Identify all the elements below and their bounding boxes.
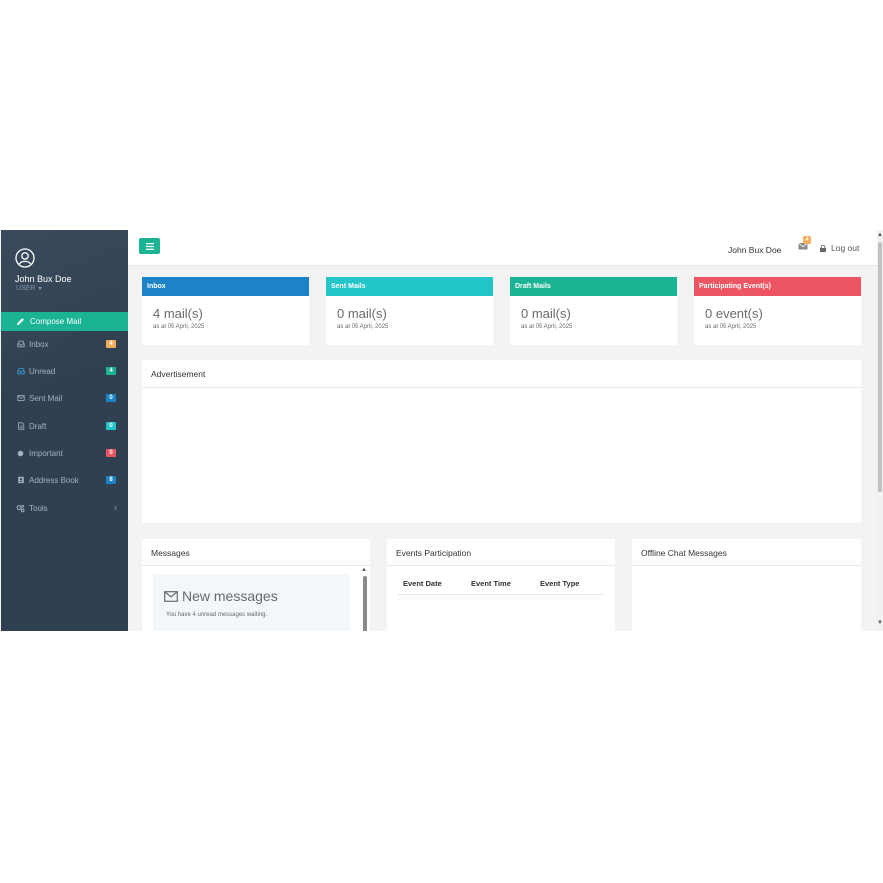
logout-label: Log out xyxy=(831,243,860,253)
sidebar-item-label: Draft xyxy=(29,421,47,431)
sidebar-item-tools[interactable]: Tools ‹ xyxy=(1,498,128,518)
sidebar: John Bux Doe USER Compose Mail Inbox 4 U… xyxy=(1,230,128,631)
stat-card-value: 0 mail(s) xyxy=(521,306,571,321)
sidebar-user-role[interactable]: USER xyxy=(16,285,43,292)
sidebar-item-sent-mail[interactable]: Sent Mail 0 xyxy=(1,388,128,408)
scroll-down-arrow-icon[interactable]: ▼ xyxy=(877,620,883,626)
new-messages-heading: New messages xyxy=(164,588,278,604)
stat-card-sent-mails: Sent Mails 0 mail(s) as at 05 April, 202… xyxy=(326,277,493,345)
sidebar-item-label: Inbox xyxy=(29,339,49,349)
sidebar-item-label: Sent Mail xyxy=(29,393,63,403)
sidebar-item-inbox[interactable]: Inbox 4 xyxy=(1,334,128,354)
important-count-badge: 0 xyxy=(106,449,116,457)
sidebar-item-label: Tools xyxy=(29,503,48,513)
inbox-count-badge: 4 xyxy=(106,340,116,348)
stat-card-inbox: Inbox 4 mail(s) as at 05 April, 2025 xyxy=(142,277,309,345)
stat-card-date: as at 05 April, 2025 xyxy=(521,324,573,330)
unread-messages-text: You have 4 unread messages waiting. xyxy=(166,612,268,618)
new-messages-label: New messages xyxy=(182,588,278,604)
divider xyxy=(632,565,861,566)
stat-card-title: Inbox xyxy=(142,277,309,296)
inbox-open-icon xyxy=(16,367,25,376)
stat-card-title: Sent Mails xyxy=(326,277,493,296)
stat-card-date: as at 05 April, 2025 xyxy=(705,324,757,330)
stat-card-value: 0 mail(s) xyxy=(337,306,387,321)
sidebar-item-unread[interactable]: Unread 4 xyxy=(1,361,128,381)
page-scrollbar[interactable]: ▲ ▼ xyxy=(877,230,883,631)
top-navbar: John Bux Doe 4 Log out xyxy=(128,230,877,266)
topbar-user-name: John Bux Doe xyxy=(728,245,782,255)
stat-card-value: 0 event(s) xyxy=(705,306,763,321)
sent-count-badge: 0 xyxy=(106,394,116,402)
scroll-up-arrow-icon[interactable]: ▲ xyxy=(361,567,367,573)
new-messages-box[interactable]: New messages You have 4 unread messages … xyxy=(153,574,350,631)
table-header-divider xyxy=(398,594,603,595)
stat-card-value: 4 mail(s) xyxy=(153,306,203,321)
scrollbar-thumb[interactable] xyxy=(878,242,882,492)
mail-count-badge: 4 xyxy=(803,236,811,244)
lock-icon xyxy=(820,244,826,252)
advertisement-panel: Advertisement xyxy=(142,360,861,523)
inbox-icon xyxy=(16,340,25,349)
app-window: John Bux Doe USER Compose Mail Inbox 4 U… xyxy=(0,230,883,631)
hamburger-icon xyxy=(145,242,154,250)
stat-card-date: as at 05 April, 2025 xyxy=(337,324,389,330)
circle-icon xyxy=(16,449,25,458)
menu-toggle-button[interactable] xyxy=(139,238,160,254)
chevron-left-icon: ‹ xyxy=(114,503,117,512)
stat-card-draft-mails: Draft Mails 0 mail(s) as at 05 April, 20… xyxy=(510,277,677,345)
offline-chat-title: Offline Chat Messages xyxy=(641,548,727,558)
sidebar-item-important[interactable]: Important 0 xyxy=(1,443,128,463)
envelope-icon xyxy=(16,394,25,403)
messages-panel: Messages New messages You have 4 unread … xyxy=(142,539,370,631)
events-title: Events Participation xyxy=(396,548,472,558)
messages-scrollbar[interactable] xyxy=(363,576,367,631)
compose-mail-label: Compose Mail xyxy=(30,317,82,326)
user-avatar-icon[interactable] xyxy=(15,248,35,268)
sidebar-item-label: Important xyxy=(29,448,63,458)
address-book-count-badge: 8 xyxy=(106,476,116,484)
compose-mail-button[interactable]: Compose Mail xyxy=(1,312,128,331)
stat-card-title: Draft Mails xyxy=(510,277,677,296)
scroll-up-arrow-icon[interactable]: ▲ xyxy=(877,232,883,238)
column-header-event-type: Event Type xyxy=(540,579,580,588)
events-panel: Events Participation Event Date Event Ti… xyxy=(387,539,615,631)
logout-link[interactable]: Log out xyxy=(820,243,859,253)
column-header-event-time: Event Time xyxy=(471,579,511,588)
address-book-icon xyxy=(16,476,25,485)
divider xyxy=(142,387,861,388)
envelope-icon xyxy=(164,590,178,602)
sidebar-item-address-book[interactable]: Address Book 8 xyxy=(1,470,128,490)
gears-icon xyxy=(16,504,25,513)
column-header-event-date: Event Date xyxy=(403,579,442,588)
caret-down-icon xyxy=(38,286,43,290)
user-role-label: USER xyxy=(16,285,36,292)
advertisement-title: Advertisement xyxy=(151,369,206,379)
offline-chat-panel: Offline Chat Messages xyxy=(632,539,861,631)
divider xyxy=(142,565,370,566)
divider xyxy=(387,565,615,566)
draft-count-badge: 0 xyxy=(106,422,116,430)
stat-card-title: Participating Event(s) xyxy=(694,277,861,296)
sidebar-item-label: Unread xyxy=(29,366,56,376)
sidebar-user-name: John Bux Doe xyxy=(15,274,72,284)
sidebar-item-label: Address Book xyxy=(29,475,79,485)
file-icon xyxy=(16,422,25,431)
messages-title: Messages xyxy=(151,548,190,558)
pencil-icon xyxy=(16,318,24,326)
stat-card-date: as at 05 April, 2025 xyxy=(153,324,205,330)
unread-count-badge: 4 xyxy=(106,367,116,375)
stat-card-participating-events: Participating Event(s) 0 event(s) as at … xyxy=(694,277,861,345)
sidebar-item-draft[interactable]: Draft 0 xyxy=(1,416,128,436)
